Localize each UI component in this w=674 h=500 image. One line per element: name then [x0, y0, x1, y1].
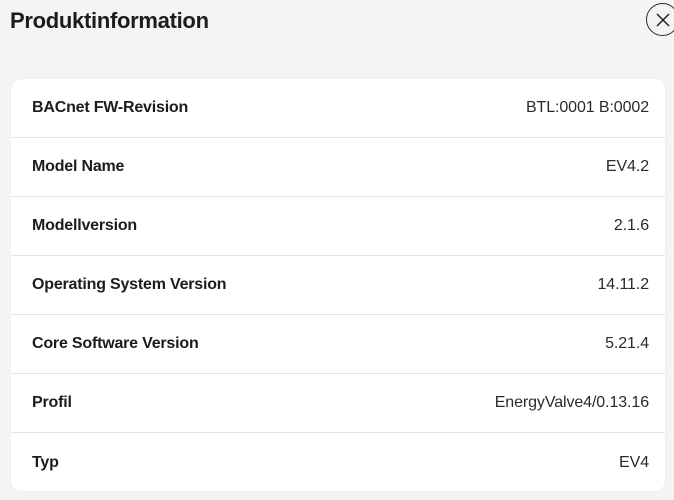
info-value: EV4.2: [605, 158, 649, 175]
close-button[interactable]: [646, 3, 674, 36]
info-value: EV4: [619, 453, 649, 471]
info-value: 14.11.2: [597, 276, 650, 293]
info-label: Operating System Version: [32, 276, 227, 293]
info-row-model-name: Model Name EV4.2: [11, 138, 665, 197]
info-value: EnergyValve4/0.13.16: [494, 394, 649, 411]
product-info-card: BACnet FW-Revision BTL:0001 B:0002 Model…: [11, 79, 665, 491]
info-label: BACnet FW-Revision: [32, 99, 189, 116]
info-row-modellversion: Modellversion 2.1.6: [11, 197, 665, 256]
info-value: 2.1.6: [613, 217, 649, 234]
info-row-core-software-version: Core Software Version 5.21.4: [11, 315, 665, 374]
info-row-profil: Profil EnergyValve4/0.13.16: [11, 374, 665, 433]
info-label: Core Software Version: [32, 335, 199, 352]
info-value: 5.21.4: [605, 335, 649, 352]
dialog-title: Produktinformation: [10, 8, 209, 33]
info-row-typ: Typ EV4: [11, 433, 665, 491]
close-icon: [656, 13, 670, 27]
info-value: BTL:0001 B:0002: [525, 99, 649, 116]
info-row-bacnet-fw-revision: BACnet FW-Revision BTL:0001 B:0002: [11, 79, 665, 138]
info-row-operating-system-version: Operating System Version 14.11.2: [11, 256, 665, 315]
info-label: Modellversion: [32, 217, 137, 234]
info-label: Model Name: [32, 158, 125, 175]
info-label: Profil: [32, 394, 72, 411]
info-label: Typ: [32, 453, 59, 471]
